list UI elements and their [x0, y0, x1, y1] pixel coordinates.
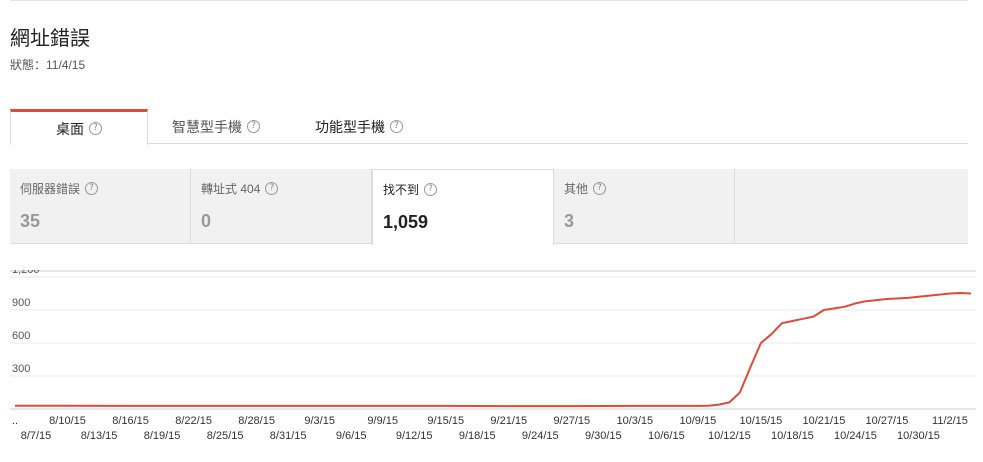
- x-tick-label: 9/12/15: [396, 430, 433, 442]
- x-tick-label: 9/30/15: [585, 430, 622, 442]
- x-tick-label: 10/15/15: [739, 415, 782, 427]
- x-tick-label: 9/15/15: [427, 415, 464, 427]
- tab-feature-phone-label: 功能型手機: [315, 118, 385, 135]
- x-tick-label: 10/30/15: [897, 430, 940, 442]
- category-count: 0: [201, 211, 212, 231]
- x-tick-label: 10/9/15: [680, 415, 717, 427]
- x-tick-label: 8/16/15: [112, 415, 149, 427]
- x-tick-label: 8/28/15: [238, 415, 275, 427]
- help-icon[interactable]: ?: [85, 182, 99, 195]
- y-tick-label: 1,200: [12, 270, 40, 276]
- category-soft-404[interactable]: 轉址式 404? 0: [191, 169, 372, 244]
- x-tick-label: 11/2/15: [932, 415, 968, 427]
- x-tick-label: 10/3/15: [616, 415, 653, 427]
- x-tick-label: 8/19/15: [144, 430, 181, 442]
- category-not-found[interactable]: 找不到? 1,059: [372, 169, 554, 245]
- category-label: 找不到: [383, 183, 420, 197]
- help-icon[interactable]: ?: [593, 182, 607, 195]
- help-icon[interactable]: ?: [247, 120, 260, 133]
- x-tick-label: 9/3/15: [304, 415, 335, 427]
- tab-smartphone-label: 智慧型手機: [172, 118, 242, 135]
- x-tick-label: 8/31/15: [270, 430, 307, 442]
- tab-desktop-label: 桌面: [56, 120, 84, 137]
- category-label: 伺服器錯誤: [20, 182, 81, 196]
- x-tick-label: 10/12/15: [708, 430, 751, 442]
- y-tick-label: 900: [12, 297, 30, 309]
- help-icon[interactable]: ?: [265, 182, 279, 195]
- y-tick-label: 300: [12, 363, 30, 375]
- category-other[interactable]: 其他? 3: [554, 169, 735, 244]
- x-tick-label: 10/6/15: [648, 430, 685, 442]
- error-category-tabs: 伺服器錯誤? 35 轉址式 404? 0 找不到? 1,059 其他? 3: [10, 169, 968, 245]
- chart-svg: 300 600 900 1,200.. 8/10/15 8/16/15 8/22/15 8/2…: [10, 270, 976, 442]
- category-count: 3: [564, 211, 575, 231]
- x-tick-label: 8/7/15: [21, 430, 52, 442]
- tab-desktop[interactable]: 桌面 ?: [10, 109, 148, 145]
- help-icon[interactable]: ?: [424, 183, 438, 196]
- x-tick-label: 9/6/15: [336, 430, 367, 442]
- category-empty-slot: [735, 169, 968, 244]
- x-tick-label: 9/27/15: [553, 415, 590, 427]
- x-tick-label: 8/25/15: [207, 430, 244, 442]
- category-label: 轉址式 404: [201, 182, 261, 196]
- top-divider: [10, 0, 968, 1]
- x-tick-label: 10/27/15: [866, 415, 909, 427]
- status-date: 狀態：11/4/15: [10, 58, 86, 72]
- help-icon[interactable]: ?: [390, 120, 403, 133]
- x-tick-label: 8/13/15: [81, 430, 118, 442]
- category-server-error[interactable]: 伺服器錯誤? 35: [10, 169, 191, 244]
- y-tick-label: 600: [12, 330, 30, 342]
- category-label: 其他: [564, 182, 589, 196]
- errors-line-chart: 300 600 900 1,200.. 8/10/15 8/16/15 8/22/15 8/2…: [10, 270, 980, 462]
- x-tick-label: 8/10/15: [49, 415, 86, 427]
- help-icon[interactable]: ?: [89, 122, 102, 135]
- x-tick-label: 10/18/15: [771, 430, 814, 442]
- x-tick-label: 10/24/15: [834, 430, 877, 442]
- tab-smartphone[interactable]: 智慧型手機 ?: [172, 109, 260, 144]
- x-tick-label: 10/21/15: [803, 415, 846, 427]
- x-tick-label: 9/9/15: [367, 415, 398, 427]
- x-tick-label: 8/22/15: [175, 415, 212, 427]
- page-title: 網址錯誤: [10, 28, 90, 50]
- category-count: 35: [20, 211, 41, 231]
- x-tick-label: ..: [12, 415, 18, 427]
- x-tick-label: 9/24/15: [522, 430, 559, 442]
- device-tabs: 桌面 ? 智慧型手機 ? 功能型手機 ?: [10, 109, 968, 145]
- tab-feature-phone[interactable]: 功能型手機 ?: [315, 109, 403, 144]
- category-count: 1,059: [383, 212, 429, 232]
- x-tick-label: 9/21/15: [490, 415, 527, 427]
- x-tick-label: 9/18/15: [459, 430, 496, 442]
